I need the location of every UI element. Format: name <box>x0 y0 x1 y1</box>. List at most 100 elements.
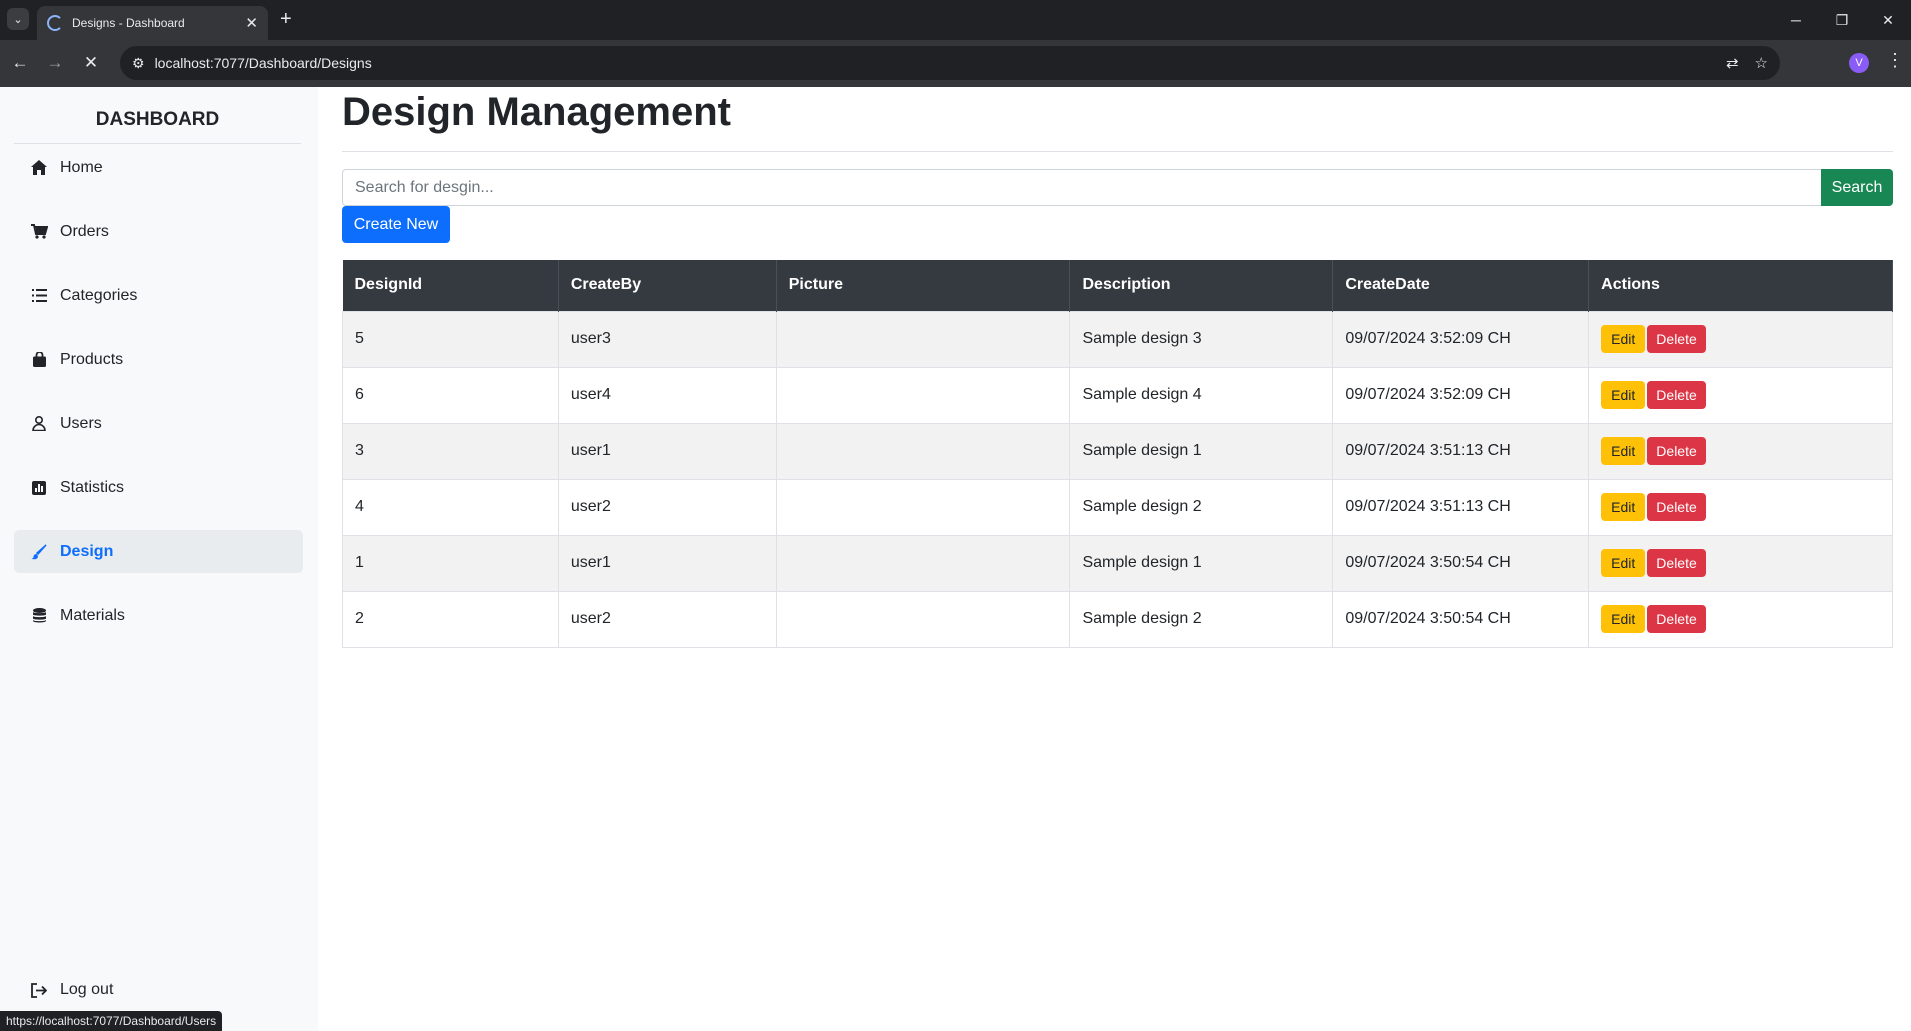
cell-description: Sample design 1 <box>1069 422 1334 480</box>
home-icon <box>28 160 50 175</box>
column-header-createdate[interactable]: CreateDate <box>1332 260 1590 311</box>
forward-icon[interactable]: → <box>42 50 68 76</box>
cell-design-id: 6 <box>342 366 559 424</box>
table-row: 2 user2 Sample design 2 09/07/2024 3:50:… <box>342 590 1893 648</box>
designs-table: DesignId CreateBy Picture Description Cr… <box>342 260 1893 648</box>
cell-actions: Edit Delete <box>1588 534 1893 592</box>
chart-icon <box>28 480 50 495</box>
cell-create-date: 09/07/2024 3:52:09 CH <box>1332 366 1590 424</box>
edit-button[interactable]: Edit <box>1601 493 1646 521</box>
cell-description: Sample design 2 <box>1069 478 1334 536</box>
sidebar-item-label: Design <box>60 542 114 560</box>
address-bar[interactable]: ⚙ localhost:7077/Dashboard/Designs ⇄ ☆ <box>120 46 1780 80</box>
bookmark-star-icon[interactable]: ☆ <box>1755 54 1768 72</box>
sidebar-item-label: Products <box>60 350 124 368</box>
sidebar-item-label: Orders <box>60 222 109 240</box>
delete-button[interactable]: Delete <box>1647 381 1706 409</box>
sidebar-item-label: Materials <box>60 606 125 624</box>
site-info-icon[interactable]: ⚙ <box>132 55 145 72</box>
delete-button[interactable]: Delete <box>1647 493 1706 521</box>
bag-icon <box>28 352 50 367</box>
logout-link[interactable]: Log out <box>14 981 113 999</box>
edit-button[interactable]: Edit <box>1601 325 1646 353</box>
cell-actions: Edit Delete <box>1588 422 1893 480</box>
sidebar-item-categories[interactable]: Categories <box>14 274 303 317</box>
column-header-createby[interactable]: CreateBy <box>558 260 777 311</box>
cell-picture <box>775 366 1071 424</box>
title-divider <box>342 151 1893 152</box>
edit-button[interactable]: Edit <box>1601 549 1646 577</box>
cell-picture <box>775 590 1071 648</box>
cell-created-by: user3 <box>557 310 777 368</box>
list-icon <box>28 289 50 302</box>
search-button[interactable]: Search <box>1821 169 1893 206</box>
sidebar-item-users[interactable]: Users <box>14 402 303 445</box>
create-new-button[interactable]: Create New <box>342 206 450 243</box>
sidebar-item-orders[interactable]: Orders <box>14 210 303 253</box>
cell-design-id: 5 <box>342 310 559 368</box>
sidebar-item-home[interactable]: Home <box>14 146 303 189</box>
browser-menu-icon[interactable]: ⋮ <box>1886 50 1904 71</box>
cell-create-date: 09/07/2024 3:52:09 CH <box>1332 310 1590 368</box>
cell-picture <box>775 310 1071 368</box>
close-tab-icon[interactable]: ✕ <box>245 16 258 31</box>
browser-tab-bar: ⌄ Designs - Dashboard ✕ + ─ ❐ ✕ <box>0 0 1911 40</box>
table-row: 3 user1 Sample design 1 09/07/2024 3:51:… <box>342 422 1893 480</box>
translate-icon[interactable]: ⇄ <box>1726 54 1739 72</box>
cell-created-by: user2 <box>557 590 777 648</box>
tab-search-icon[interactable]: ⌄ <box>7 8 29 30</box>
delete-button[interactable]: Delete <box>1647 549 1706 577</box>
sidebar-item-materials[interactable]: Materials <box>14 594 303 637</box>
cell-create-date: 09/07/2024 3:50:54 CH <box>1332 590 1590 648</box>
cell-created-by: user4 <box>557 366 777 424</box>
search-input[interactable] <box>342 169 1822 206</box>
logout-label: Log out <box>60 981 114 998</box>
edit-button[interactable]: Edit <box>1601 381 1646 409</box>
column-header-actions: Actions <box>1588 260 1893 311</box>
profile-avatar[interactable]: V <box>1849 53 1869 73</box>
sidebar: DASHBOARD Home Orders Categories Product… <box>0 87 318 1031</box>
tab-title: Designs - Dashboard <box>72 16 185 30</box>
link-status-bar: https://localhost:7077/Dashboard/Users <box>0 1011 223 1031</box>
sidebar-item-design[interactable]: Design <box>14 530 303 573</box>
column-header-description[interactable]: Description <box>1069 260 1334 311</box>
cell-design-id: 3 <box>342 422 559 480</box>
browser-tab[interactable]: Designs - Dashboard ✕ <box>37 6 268 40</box>
sidebar-item-statistics[interactable]: Statistics <box>14 466 303 509</box>
cell-actions: Edit Delete <box>1588 310 1893 368</box>
sidebar-item-label: Home <box>60 158 103 176</box>
delete-button[interactable]: Delete <box>1647 325 1706 353</box>
cell-create-date: 09/07/2024 3:50:54 CH <box>1332 534 1590 592</box>
cell-created-by: user1 <box>557 422 777 480</box>
delete-button[interactable]: Delete <box>1647 605 1706 633</box>
sidebar-item-products[interactable]: Products <box>14 338 303 381</box>
url-text[interactable]: localhost:7077/Dashboard/Designs <box>155 55 1710 71</box>
cell-actions: Edit Delete <box>1588 366 1893 424</box>
logout-icon <box>28 982 50 998</box>
stop-loading-icon[interactable]: ✕ <box>78 50 104 76</box>
sidebar-item-label: Statistics <box>60 478 125 496</box>
back-icon[interactable]: ← <box>7 50 33 76</box>
cell-actions: Edit Delete <box>1588 478 1893 536</box>
column-header-picture[interactable]: Picture <box>776 260 1071 311</box>
sidebar-item-label: Users <box>60 414 102 432</box>
brush-icon <box>28 543 50 560</box>
edit-button[interactable]: Edit <box>1601 605 1646 633</box>
minimize-icon[interactable]: ─ <box>1773 0 1819 40</box>
browser-toolbar: ← → ✕ ⚙ localhost:7077/Dashboard/Designs… <box>0 40 1911 87</box>
table-row: 1 user1 Sample design 1 09/07/2024 3:50:… <box>342 534 1893 592</box>
cell-created-by: user1 <box>557 534 777 592</box>
cell-picture <box>775 534 1071 592</box>
table-header-row: DesignId CreateBy Picture Description Cr… <box>342 260 1893 311</box>
sidebar-brand: DASHBOARD <box>14 109 301 144</box>
new-tab-icon[interactable]: + <box>280 9 292 29</box>
close-window-icon[interactable]: ✕ <box>1865 0 1911 40</box>
cell-design-id: 4 <box>342 478 559 536</box>
restore-icon[interactable]: ❐ <box>1819 0 1865 40</box>
delete-button[interactable]: Delete <box>1647 437 1706 465</box>
cell-description: Sample design 1 <box>1069 534 1334 592</box>
edit-button[interactable]: Edit <box>1601 437 1646 465</box>
cell-create-date: 09/07/2024 3:51:13 CH <box>1332 422 1590 480</box>
table-row: 6 user4 Sample design 4 09/07/2024 3:52:… <box>342 366 1893 424</box>
column-header-designid[interactable]: DesignId <box>342 260 559 311</box>
